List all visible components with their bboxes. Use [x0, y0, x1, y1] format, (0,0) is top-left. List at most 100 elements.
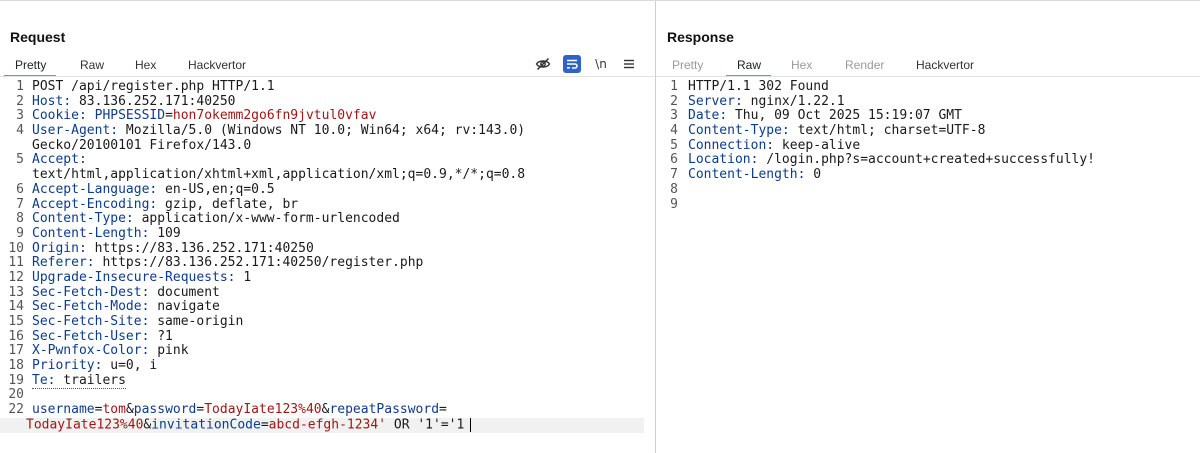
header-value: 83.136.252.171:40250 [71, 93, 236, 109]
tab-response-render[interactable]: Render [845, 58, 884, 72]
code-line: 18 Priority: u=0, i [0, 358, 655, 374]
header-value: nginx/1.22.1 [742, 93, 845, 109]
header-name: Connection [688, 137, 767, 153]
tab-request-hex[interactable]: Hex [135, 58, 156, 72]
line-number: 5 [670, 137, 678, 153]
header-name: Referer [32, 255, 87, 271]
request-toolbar: \n [533, 55, 643, 73]
param-value: TodayIate123%40 [204, 402, 322, 418]
request-pane: Request Pretty Raw Hex Hackvertor \n 1 PO… [0, 1, 655, 453]
request-editor[interactable]: 1 POST /api/register.php HTTP/1.1 2 Host: … [0, 79, 655, 453]
param-value: tom [102, 402, 126, 418]
header-value: u=0, i [102, 358, 158, 374]
header-value: en-US,en;q=0.5 [157, 181, 275, 197]
header-value: 0 [805, 167, 822, 183]
header-name: Server [688, 93, 735, 109]
line-number: 18 [8, 358, 24, 374]
tab-response-raw[interactable]: Raw [725, 58, 772, 77]
eye-slash-icon[interactable] [533, 55, 553, 73]
header-value: https://83.136.252.171:40250/register.ph… [94, 255, 424, 271]
line-number: 16 [8, 328, 24, 344]
code-line: 11 Referer: https://83.136.252.171:40250/… [0, 255, 655, 271]
code-line: 8 Content-Type: application/x-www-form-ur… [0, 211, 655, 227]
wrap-icon[interactable] [563, 55, 581, 73]
header-name: X-Pwnfox-Color [32, 343, 142, 359]
header-name: Cookie [32, 108, 79, 124]
header-name: Date [688, 108, 720, 124]
injection-payload: OR '1'='1 [386, 417, 465, 433]
header-name: Content-Length [32, 225, 142, 241]
header-name: Priority [32, 358, 95, 374]
line-number: 17 [8, 343, 24, 359]
request-line: POST /api/register.php HTTP/1.1 [32, 79, 275, 94]
code-line: 20 [0, 388, 655, 403]
header-value: same-origin [149, 314, 244, 329]
line-number: 6 [670, 152, 678, 168]
tab-response-hex[interactable]: Hex [791, 58, 812, 72]
header-name: Sec-Fetch-Mode [32, 299, 142, 315]
response-editor[interactable]: 1 HTTP/1.1 302 Found 2 Server: nginx/1.22.… [656, 79, 1200, 453]
line-number: 4 [16, 123, 24, 139]
code-line: text/html,application/xhtml+xml,applicat… [0, 167, 655, 183]
text-caret [470, 417, 472, 432]
cookie-value: hon7okemm2go6fn9jvtul0vfav [172, 108, 377, 124]
code-line: 7 Accept-Encoding: gzip, deflate, br [0, 196, 655, 213]
code-line: 12 Upgrade-Insecure-Requests: 1 [0, 270, 655, 286]
header-name: Te [32, 372, 48, 388]
code-line: 3 Cookie: PHPSESSID=hon7okemm2go6fn9jvtul… [0, 109, 655, 124]
code-line: 4 User-Agent: Mozilla/5.0 (Windows NT 10.… [0, 123, 655, 139]
code-line: 17 X-Pwnfox-Color: pink [0, 344, 655, 359]
header-value: document [149, 284, 220, 300]
response-pane: Response Pretty Raw Hex Render Hackverto… [656, 1, 1200, 453]
newline-icon[interactable]: \n [591, 55, 611, 73]
body-line: 22 username=tom&password=TodayIate123%40&… [0, 402, 655, 418]
body-line-cont: TodayIate123%40&invitationCode=abcd-efgh… [0, 417, 644, 433]
header-value-cont: Gecko/20100101 Firefox/143.0 [32, 137, 252, 153]
response-tabs: Pretty Raw Hex Render Hackvertor [656, 55, 1200, 77]
line-number: 22 [8, 402, 24, 418]
line-number: 2 [670, 93, 678, 109]
header-name: Content-Type [32, 211, 126, 227]
response-title: Response [667, 29, 734, 45]
header-name: Host [32, 93, 64, 109]
param-key: invitationCode [151, 417, 261, 433]
line-number: 7 [670, 167, 678, 183]
header-value: gzip, deflate, br [157, 196, 299, 212]
tab-response-pretty[interactable]: Pretty [672, 58, 703, 72]
menu-icon[interactable] [619, 55, 639, 73]
code-line: 14 Sec-Fetch-Mode: navigate [0, 299, 655, 315]
code-line: Gecko/20100101 Firefox/143.0 [0, 137, 655, 154]
code-line: 2 Host: 83.136.252.171:40250 [0, 93, 655, 110]
tab-response-hackvertor[interactable]: Hackvertor [916, 58, 974, 72]
request-tabline [0, 76, 655, 77]
header-value: 109 [149, 225, 181, 241]
param-value: TodayIate123%40 [26, 417, 144, 433]
code-line: 8 [656, 182, 1200, 198]
tab-request-pretty[interactable]: Pretty [3, 58, 57, 77]
header-value: Mozilla/5.0 (Windows NT 10.0; Win64; x64… [118, 123, 526, 139]
line-number: 1 [670, 79, 678, 94]
header-value: application/x-www-form-urlencoded [133, 211, 400, 227]
request-title: Request [10, 29, 66, 45]
code-line: 1 HTTP/1.1 302 Found [656, 79, 1200, 95]
code-line: 16 Sec-Fetch-User: ?1 [0, 328, 655, 345]
header-name: Content-Length [688, 167, 798, 183]
header-value: trailers [55, 372, 126, 388]
line-number: 20 [8, 387, 24, 403]
line-number: 6 [16, 181, 24, 197]
code-line: 6 Accept-Language: en-US,en;q=0.5 [0, 181, 655, 198]
line-number: 3 [16, 108, 24, 124]
line-number: 5 [16, 152, 24, 168]
tab-request-hackvertor[interactable]: Hackvertor [188, 58, 246, 72]
param-key: repeatPassword [329, 402, 440, 418]
tab-request-raw[interactable]: Raw [80, 58, 104, 72]
code-line: 10 Origin: https://83.136.252.171:40250 [0, 241, 655, 257]
param-key: username [32, 402, 95, 418]
param-key: password [133, 402, 197, 418]
line-number: 4 [670, 123, 678, 139]
header-name: Location [688, 152, 751, 168]
header-name: Sec-Fetch-Site [32, 314, 142, 329]
line-number: 13 [8, 284, 24, 300]
header-name: Content-Type [688, 123, 782, 139]
status-line: HTTP/1.1 302 Found [688, 79, 829, 94]
